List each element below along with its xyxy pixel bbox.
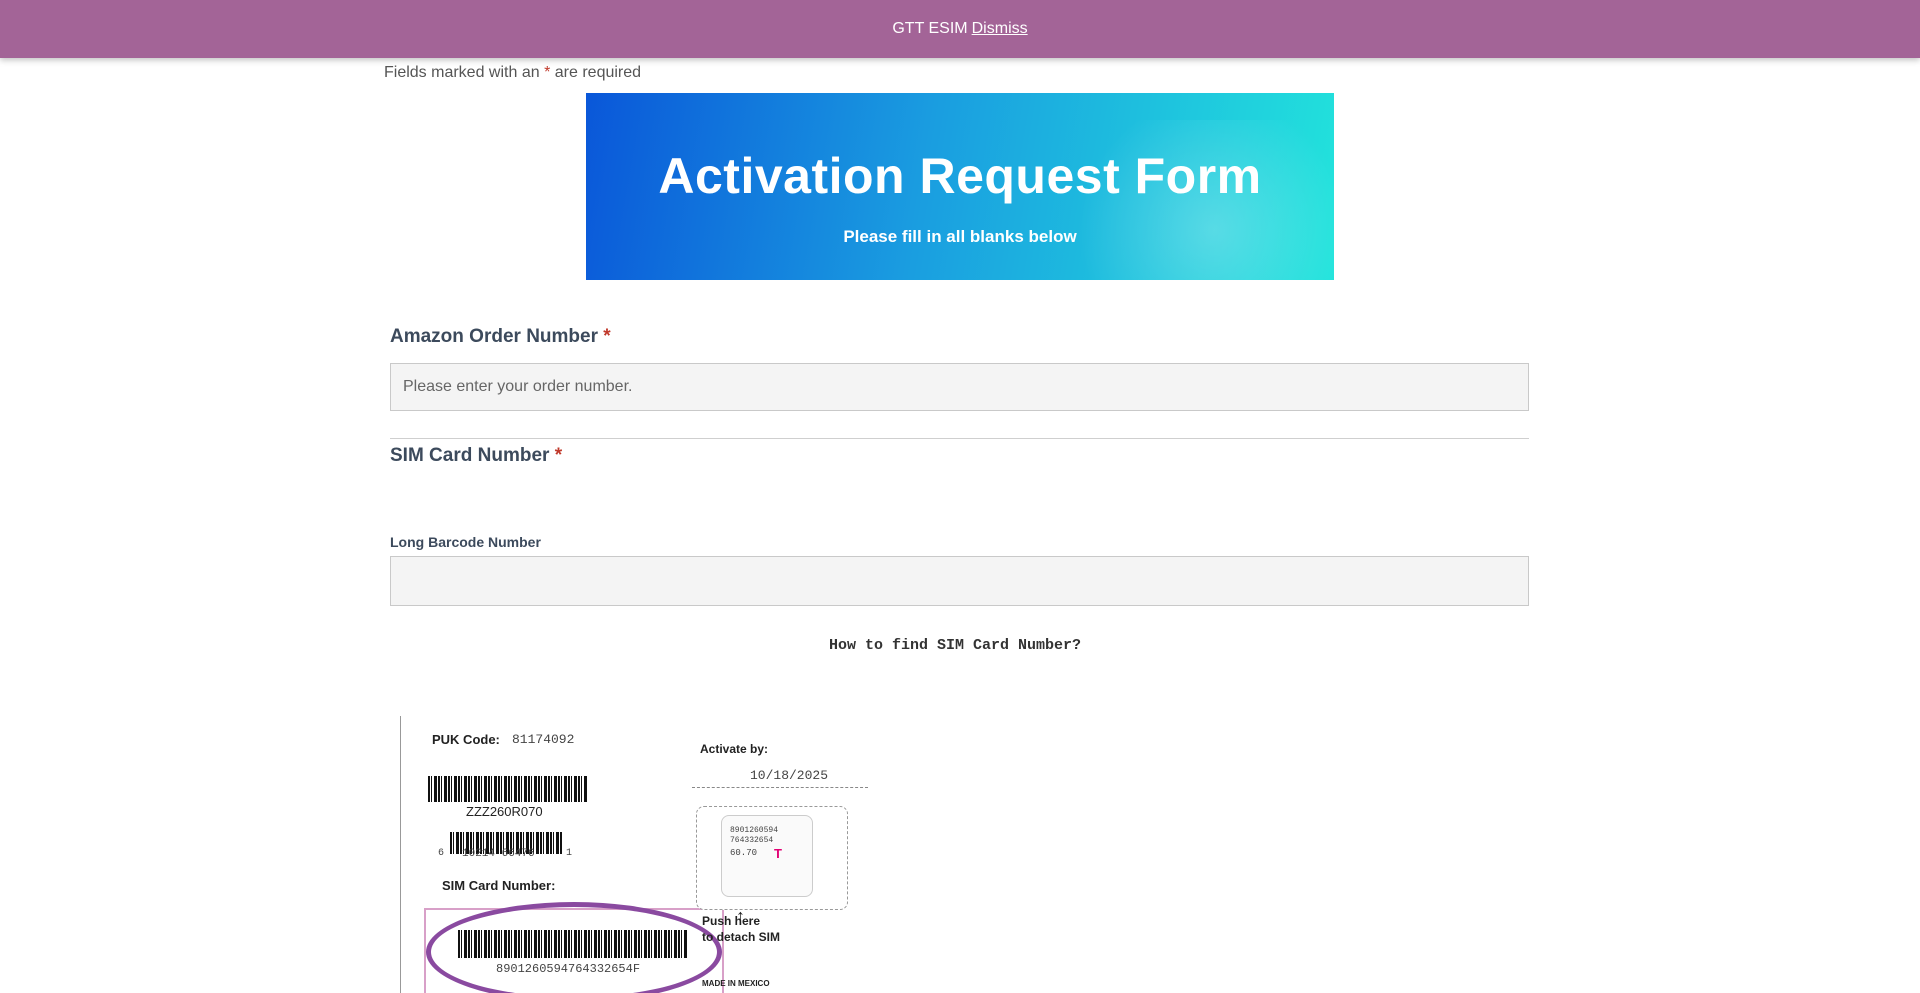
required-note-suffix: are required — [554, 64, 642, 81]
image-edge — [400, 716, 401, 993]
how-to-find-sim-heading: How to find SIM Card Number? — [828, 637, 1082, 654]
banner-title: Activation Request Form — [658, 148, 1262, 204]
puk-label: PUK Code: — [432, 732, 500, 747]
perforation-line — [692, 787, 868, 788]
long-barcode-input[interactable] — [390, 556, 1529, 606]
amazon-order-required-star: * — [603, 326, 611, 347]
sim-card-label-text: SIM Card Number — [390, 445, 550, 466]
sim-card-graphic: 8901260594 764332654 60.70 T — [696, 806, 848, 910]
made-in-label: MADE IN MEXICO — [702, 979, 770, 988]
sim-chip: 8901260594 764332654 60.70 T — [721, 815, 813, 897]
form-banner-image: Activation Request Form Please fill in a… — [586, 93, 1334, 280]
field-divider — [390, 438, 1529, 439]
amazon-order-input[interactable] — [390, 363, 1529, 411]
upc-right: 1 — [566, 848, 573, 859]
announcement-text: GTT ESIM — [892, 20, 968, 37]
banner-subtitle: Please fill in all blanks below — [843, 227, 1077, 246]
sim-card-required-star: * — [554, 445, 563, 466]
chip-line-3: 60.70 — [730, 848, 758, 858]
carrier-logo-icon: T — [774, 846, 782, 861]
code-1: ZZZ260R070 — [466, 804, 543, 819]
upc-left: 6 — [438, 848, 445, 859]
announcement-bar: GTT ESIM Dismiss — [0, 0, 1920, 58]
chip-line-1: 8901260594 — [730, 826, 779, 835]
barcode-graphic-1 — [428, 776, 588, 802]
required-fields-note: Fields marked with an * are required — [384, 64, 641, 82]
required-note-prefix: Fields marked with an — [384, 64, 540, 81]
sim-card-help-image: PUK Code: 81174092 ZZZ260R070 6 10214 66… — [396, 712, 876, 993]
sim-number-label: SIM Card Number: — [442, 878, 556, 893]
long-barcode-label: Long Barcode Number — [390, 534, 541, 550]
dismiss-link[interactable]: Dismiss — [972, 20, 1028, 38]
amazon-order-label: Amazon Order Number * — [390, 326, 611, 348]
sim-card-label: SIM Card Number * — [390, 445, 562, 467]
sim-number-circle-marker — [426, 902, 722, 993]
push-line-2: to detach SIM — [702, 930, 781, 944]
push-line-1: Push here — [702, 914, 761, 928]
amazon-order-label-text: Amazon Order Number — [390, 326, 598, 347]
upc-mid: 10214 66476 — [462, 848, 535, 860]
chip-line-2: 764332654 — [730, 836, 774, 845]
puk-value: 81174092 — [512, 732, 575, 747]
required-star: * — [544, 64, 551, 81]
activate-date: 10/18/2025 — [750, 768, 829, 783]
activate-by-label: Activate by: — [700, 742, 769, 756]
